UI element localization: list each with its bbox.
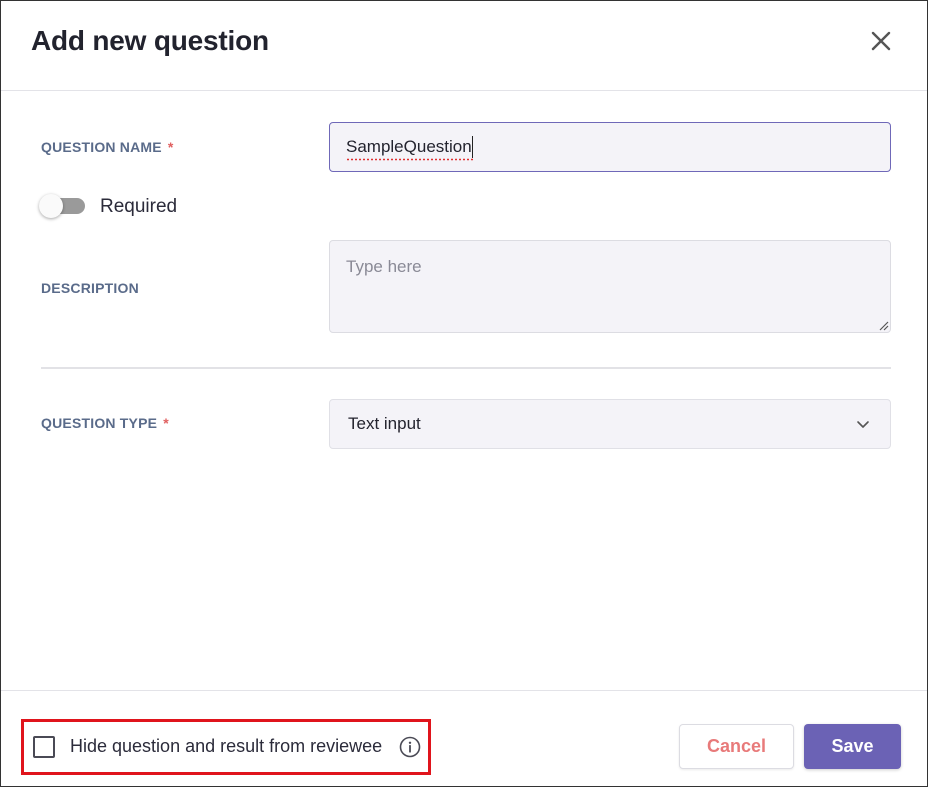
close-button[interactable] (865, 25, 897, 57)
question-name-label-text: QUESTION NAME (41, 139, 162, 155)
description-textarea[interactable] (329, 240, 891, 333)
question-type-label-text: QUESTION TYPE (41, 415, 158, 431)
hide-question-checkbox[interactable] (33, 736, 55, 758)
required-toggle[interactable] (39, 194, 87, 218)
question-type-select[interactable]: Text input (329, 399, 891, 449)
dialog-title: Add new question (31, 25, 269, 56)
spellcheck-underline (346, 158, 473, 161)
close-icon (871, 31, 891, 51)
section-divider (41, 367, 891, 369)
description-label: DESCRIPTION (41, 280, 139, 296)
required-star: * (163, 415, 169, 431)
question-type-value: Text input (348, 414, 421, 433)
cancel-button[interactable]: Cancel (679, 724, 794, 769)
dialog-header: Add new question (1, 1, 927, 91)
chevron-down-icon (857, 421, 869, 428)
text-caret (472, 136, 473, 158)
required-toggle-label: Required (100, 196, 178, 217)
question-name-input[interactable] (329, 122, 891, 172)
add-question-dialog: Add new question QUESTION NAME * Required… (0, 0, 928, 787)
info-icon[interactable] (399, 736, 421, 758)
resize-grip-icon[interactable] (877, 319, 889, 331)
question-name-label: QUESTION NAME * (41, 139, 173, 155)
toggle-knob (39, 194, 63, 218)
hide-question-label[interactable]: Hide question and result from reviewee (70, 736, 382, 757)
question-type-label: QUESTION TYPE * (41, 415, 169, 431)
save-button[interactable]: Save (804, 724, 901, 769)
required-star: * (167, 139, 174, 155)
